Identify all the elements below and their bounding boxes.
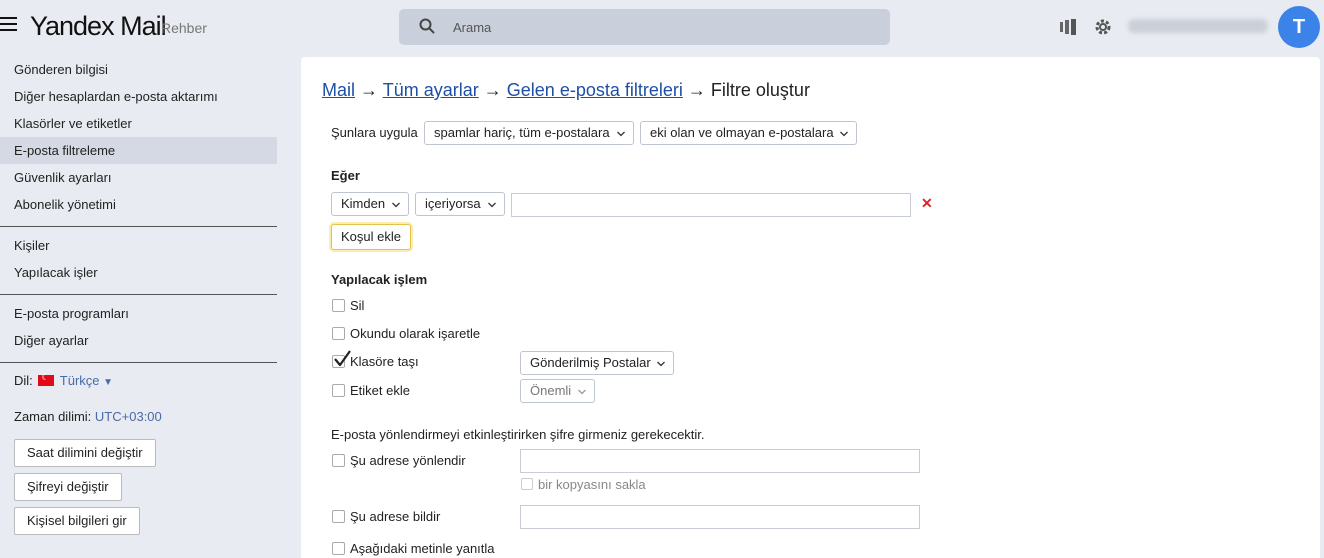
reply-label: Aşağıdaki metinle yanıtla [350,541,495,556]
remove-condition-icon[interactable]: ✕ [921,195,933,212]
add-label-label: Etiket ekle [350,383,410,398]
breadcrumb-arrow: → [687,80,706,100]
sidebar-item-mail-clients[interactable]: E-posta programları [0,300,277,327]
apply-scope-value: spamlar hariç, tüm e-postalara [434,125,610,140]
caret-down-icon[interactable]: ▼ [103,377,113,388]
condition-field-select[interactable]: Kimden [331,192,409,216]
breadcrumb-mail[interactable]: Mail [322,80,355,100]
avatar[interactable]: T [1278,6,1320,48]
folder-select[interactable]: Gönderilmiş Postalar [520,351,674,375]
move-folder-checkbox[interactable] [332,350,351,368]
timezone-label: Zaman dilimi: [14,409,92,424]
chevron-down-icon [617,131,625,137]
breadcrumb: Mail → Tüm ayarlar → Gelen e-posta filtr… [322,80,810,101]
move-folder-label: Klasöre taşı [350,354,419,369]
sidebar-item-subscriptions[interactable]: Abonelik yönetimi [0,191,277,218]
search-icon [419,18,435,34]
notify-checkbox[interactable] [332,510,345,523]
notify-address-input[interactable] [520,505,920,529]
breadcrumb-arrow: → [360,80,379,100]
delete-checkbox[interactable] [332,299,345,312]
sidebar-divider [0,294,277,295]
add-condition-button[interactable]: Koşul ekle [331,224,411,250]
timezone-value: UTC+03:00 [94,409,162,424]
label-value: Önemli [530,383,572,398]
breadcrumb-arrow: → [483,80,502,100]
search-bar[interactable]: Arama [399,9,890,45]
condition-field-value: Kimden [341,196,386,211]
keep-copy-label: bir kopyasını sakla [538,477,646,492]
logo[interactable]: Yandex Mail [30,11,167,42]
forward-checkbox[interactable] [332,454,345,467]
mark-read-checkbox[interactable] [332,327,345,340]
personal-info-button[interactable]: Kişisel bilgileri gir [14,507,140,535]
contacts-link[interactable]: Rehber [161,20,207,36]
apply-label: Şunlara uygula [331,125,418,140]
sidebar-divider [0,226,277,227]
top-header: Yandex Mail Rehber Arama T [0,0,1324,55]
sidebar-item-folders[interactable]: Klasörler ve etiketler [0,110,277,137]
chevron-down-icon [657,361,665,367]
chevron-down-icon [392,202,400,208]
timezone-row: Zaman dilimi: UTC+03:00 [14,409,162,424]
folder-value: Gönderilmiş Postalar [530,355,651,370]
language-label: Dil: [14,373,33,388]
sidebar-item-todo[interactable]: Yapılacak işler [0,259,277,286]
mark-read-label: Okundu olarak işaretle [350,326,481,341]
menu-icon[interactable] [0,17,17,31]
apply-scope-select[interactable]: spamlar hariç, tüm e-postalara [424,121,634,145]
language-selector[interactable]: Türkçe [60,373,100,388]
checkmark-icon [334,350,351,367]
delete-label: Sil [350,298,365,313]
compact-mode-icon[interactable] [1058,17,1078,37]
breadcrumb-all-settings[interactable]: Tüm ayarlar [383,80,479,100]
sidebar-item-other-settings[interactable]: Diğer ayarlar [0,327,277,354]
sidebar-item-mail-import[interactable]: Diğer hesaplardan e-posta aktarımı [0,83,277,110]
page-title: Filtre oluştur [710,80,810,100]
sidebar-item-filters[interactable]: E-posta filtreleme [0,137,277,164]
keep-copy-checkbox[interactable] [521,478,533,490]
turkey-flag-icon [38,372,55,386]
gear-icon[interactable] [1093,17,1113,37]
chevron-down-icon [488,202,496,208]
settings-sidebar: Gönderen bilgisi Diğer hesaplardan e-pos… [0,55,290,558]
condition-value-input[interactable] [511,193,911,217]
label-select[interactable]: Önemli [520,379,595,403]
reply-checkbox[interactable] [332,542,345,555]
sidebar-item-security[interactable]: Güvenlik ayarları [0,164,277,191]
condition-operator-value: içeriyorsa [425,196,481,211]
chevron-down-icon [578,389,586,395]
forward-address-input[interactable] [520,449,920,473]
sidebar-item-contacts[interactable]: Kişiler [0,232,277,259]
sidebar-item-sender-info[interactable]: Gönderen bilgisi [0,56,277,83]
logo-product: Mail [120,11,167,41]
sidebar-divider [0,362,277,363]
if-heading: Eğer [331,168,360,183]
notify-label: Şu adrese bildir [350,509,441,524]
filter-create-panel: Mail → Tüm ayarlar → Gelen e-posta filtr… [301,57,1320,558]
forward-label: Şu adrese yönlendir [350,453,466,468]
breadcrumb-incoming-filters[interactable]: Gelen e-posta filtreleri [507,80,683,100]
logo-brand: Yandex [30,11,115,41]
add-label-checkbox[interactable] [332,384,345,397]
apply-attachments-value: eki olan ve olmayan e-postalara [650,125,834,140]
change-password-button[interactable]: Şifreyi değiştir [14,473,122,501]
language-row: Dil: Türkçe ▼ [14,372,113,388]
apply-attachments-select[interactable]: eki olan ve olmayan e-postalara [640,121,857,145]
change-timezone-button[interactable]: Saat dilimini değiştir [14,439,156,467]
account-email[interactable] [1128,19,1268,33]
search-input[interactable]: Arama [453,20,491,35]
password-notice: E-posta yönlendirmeyi etkinleştirirken ş… [331,427,705,442]
chevron-down-icon [840,131,848,137]
condition-operator-select[interactable]: içeriyorsa [415,192,505,216]
action-heading: Yapılacak işlem [331,272,428,287]
